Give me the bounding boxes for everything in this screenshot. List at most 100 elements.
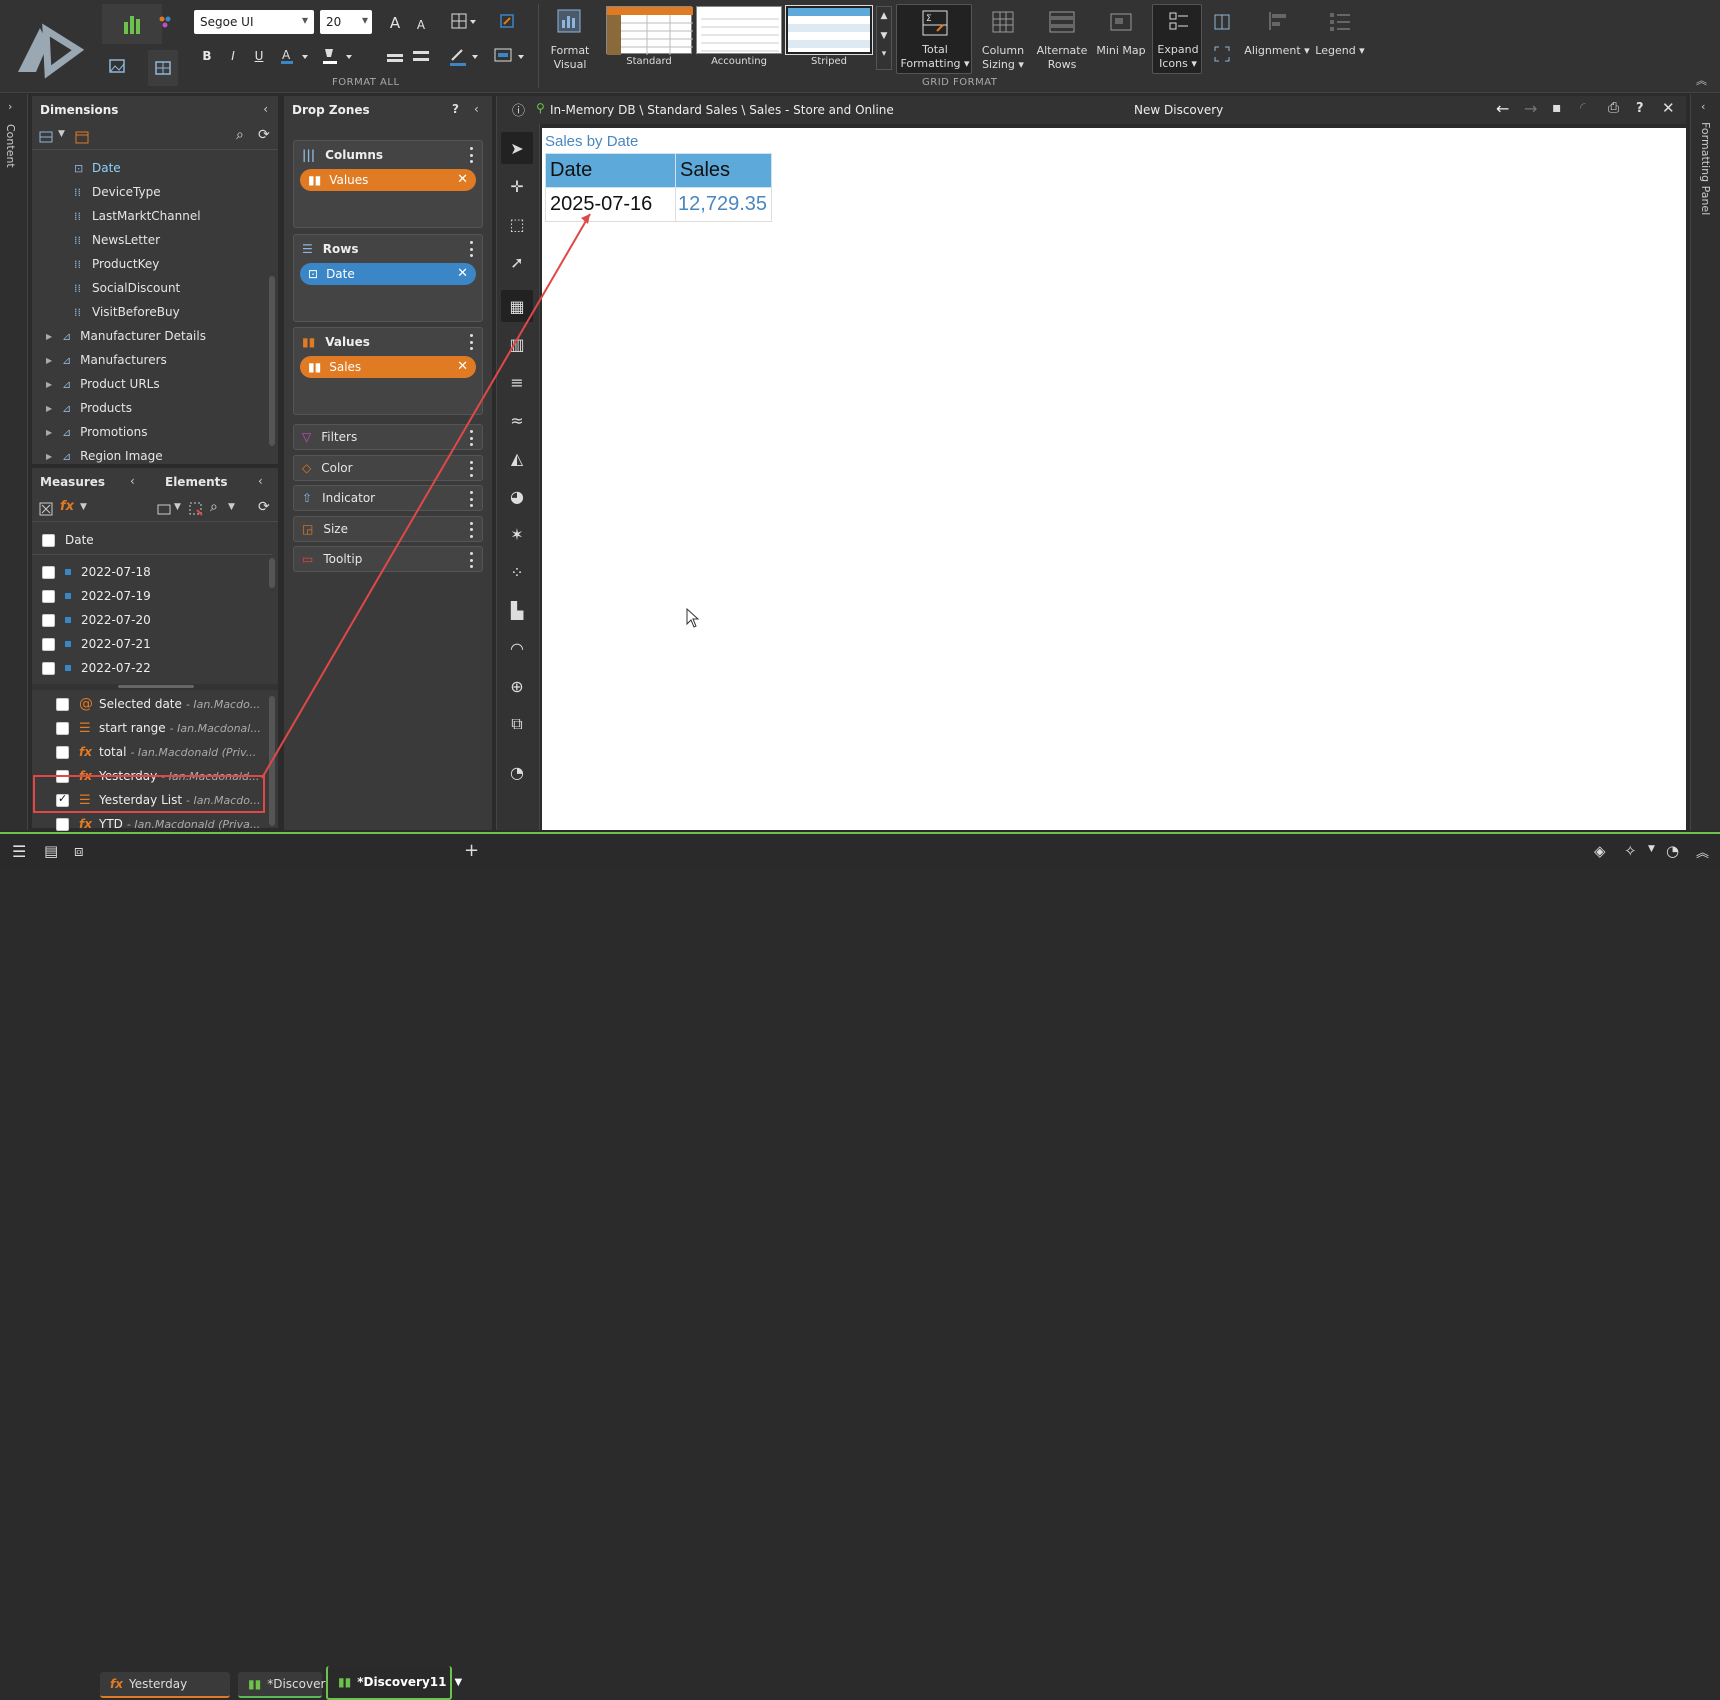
column-chart-tool[interactable]: ▥: [501, 328, 533, 360]
dimension-item[interactable]: ⁞⁞ ProductKey: [74, 252, 159, 276]
help-icon[interactable]: ?: [1636, 101, 1644, 116]
expand-arrow-icon[interactable]: ▶: [46, 380, 52, 389]
list-item[interactable]: @ Selected date - Ian.Macdo...: [56, 692, 266, 716]
calc-checkbox[interactable]: [56, 817, 69, 831]
columns-zone[interactable]: ||| Columns ▮▮ Values ✕: [293, 140, 483, 228]
expand-arrow-icon[interactable]: ▶: [46, 404, 52, 413]
list-item[interactable]: 2022-07-18: [42, 560, 262, 584]
select-tool[interactable]: ➤: [501, 132, 533, 164]
menu-icon[interactable]: ☰: [12, 842, 26, 861]
scatter-chart-tool[interactable]: ⁘: [501, 556, 533, 588]
collapse-measures-icon[interactable]: ‹: [130, 474, 135, 488]
formula-dropdown-icon[interactable]: ▼: [80, 502, 87, 512]
expand-icons-button[interactable]: Expand Icons ▾: [1152, 4, 1202, 74]
dimension-item[interactable]: ⁞⁞ LastMarktChannel: [74, 204, 201, 228]
status-icon[interactable]: ◔: [1666, 842, 1679, 860]
remove-icon[interactable]: ✕: [457, 172, 468, 187]
search-icon[interactable]: ⌕: [236, 127, 244, 143]
dropzone-menu-icon[interactable]: [470, 460, 474, 477]
expand-tabbar-icon[interactable]: ︽: [1696, 842, 1709, 861]
image-map-tool[interactable]: ⧉: [501, 708, 533, 740]
pin-icon[interactable]: ✧: [1624, 842, 1637, 860]
visual-settings-tool[interactable]: ◔: [501, 756, 533, 788]
dimension-group[interactable]: ▶ ⊿ Region Image: [46, 444, 163, 468]
columns-values-pill[interactable]: ▮▮ Values ✕: [300, 169, 476, 191]
legend-button[interactable]: Legend ▾: [1310, 6, 1370, 72]
dropzone-indicator[interactable]: ⇧ Indicator: [293, 485, 483, 511]
line-chart-tool[interactable]: ≈: [501, 404, 533, 436]
clear-selection-icon[interactable]: [38, 501, 54, 517]
measures-tab[interactable]: Measures: [32, 468, 155, 496]
dropzone-menu-icon[interactable]: [470, 430, 474, 446]
expand-arrow-icon[interactable]: ▶: [46, 428, 52, 437]
font-family-select[interactable]: Segoe UI ▾: [194, 10, 314, 34]
gallery-more-icon[interactable]: ▾: [877, 49, 891, 59]
hierarchy-view-icon[interactable]: [38, 129, 54, 145]
discovery-title[interactable]: New Discovery: [1134, 103, 1223, 117]
cell-style-button[interactable]: [492, 44, 528, 68]
list-item[interactable]: 2022-07-22: [42, 656, 262, 680]
gauge-tool[interactable]: ◠: [501, 632, 533, 664]
dimension-item[interactable]: ⁞⁞ NewsLetter: [74, 228, 160, 252]
member-checkbox[interactable]: [42, 589, 55, 603]
folder-icon[interactable]: [156, 501, 172, 517]
map-tool[interactable]: ⊕: [501, 670, 533, 702]
rows-menu-icon[interactable]: [470, 241, 474, 257]
back-icon[interactable]: ←: [1496, 99, 1509, 118]
add-tab-icon[interactable]: +: [464, 840, 479, 861]
list-item[interactable]: 2022-07-20: [42, 608, 262, 632]
collapse-dimensions-icon[interactable]: ‹: [263, 102, 268, 116]
dropzone-color[interactable]: ◇ Color: [293, 454, 483, 481]
calc-checkbox[interactable]: [56, 769, 69, 783]
list-item[interactable]: 2022-07-21: [42, 632, 262, 656]
dropzone-tooltip[interactable]: ▭ Tooltip: [293, 546, 483, 572]
values-sales-pill[interactable]: ▮▮ Sales ✕: [300, 356, 476, 378]
date-select-all-checkbox[interactable]: [42, 533, 55, 547]
feed-icon[interactable]: ◜: [1580, 100, 1585, 116]
values-zone[interactable]: ▮▮ Values ▮▮ Sales ✕: [293, 327, 483, 415]
refresh-icon[interactable]: ⟳: [258, 499, 270, 515]
formatting-panel-rail[interactable]: ‹ Formatting Panel: [1690, 94, 1720, 830]
dimension-item[interactable]: ⁞⁞ SocialDiscount: [74, 276, 180, 300]
format-visual-button[interactable]: Format Visual: [548, 6, 592, 72]
format-painter-button[interactable]: [496, 10, 520, 34]
browse-icon[interactable]: ▤: [44, 842, 58, 860]
collapse-ribbon-icon[interactable]: ︽: [1696, 72, 1707, 88]
workspace-icon[interactable]: ◈: [1594, 842, 1606, 860]
grid-visual-button[interactable]: [148, 50, 178, 86]
tab-1[interactable]: ▮▮ *Discovery9: [238, 1672, 340, 1698]
align-top-button[interactable]: [384, 46, 406, 66]
dimension-item[interactable]: ⊡ Date: [74, 156, 121, 180]
lasso-tool[interactable]: ➚: [501, 246, 533, 278]
calc-checkbox-checked[interactable]: ✓: [56, 792, 69, 807]
gallery-down-icon[interactable]: ▼: [877, 31, 891, 41]
print-icon[interactable]: ⎙: [1608, 100, 1619, 116]
underline-button[interactable]: U: [250, 46, 268, 66]
calc-checkbox[interactable]: [56, 745, 69, 759]
mini-map-button[interactable]: Mini Map: [1096, 6, 1146, 72]
bar-chart-tool[interactable]: ≡: [501, 366, 533, 398]
dimension-group[interactable]: ▶ ⊿ Products: [46, 396, 132, 420]
alternate-rows-button[interactable]: Alternate Rows: [1034, 6, 1090, 72]
alignment-button[interactable]: Alignment ▾: [1244, 6, 1310, 72]
italic-button[interactable]: I: [224, 46, 242, 66]
font-color-button[interactable]: A: [280, 46, 314, 66]
add-tool[interactable]: ✛: [501, 170, 533, 202]
treemap-tool[interactable]: ▙: [501, 594, 533, 626]
search-dropdown-icon[interactable]: ▼: [228, 502, 235, 512]
borders-button[interactable]: [448, 10, 476, 34]
dropzone-size[interactable]: ◲ Size: [293, 515, 483, 542]
total-formatting-button[interactable]: Σ Total Formatting ▾: [896, 4, 972, 74]
dimension-group[interactable]: ▶ ⊿ Manufacturer Details: [46, 324, 206, 348]
list-item[interactable]: fx total - Ian.Macdonald (Priv...: [56, 740, 266, 764]
tab-0[interactable]: fx Yesterday: [100, 1672, 230, 1698]
fill-color-button[interactable]: [322, 46, 356, 66]
breadcrumb[interactable]: In-Memory DB \ Standard Sales \ Sales - …: [550, 103, 894, 117]
calc-checkbox[interactable]: [56, 697, 69, 711]
refresh-icon[interactable]: ⟳: [258, 127, 270, 143]
font-size-select[interactable]: 20 ▾: [320, 10, 372, 34]
fit-button[interactable]: [1210, 42, 1234, 66]
info-icon[interactable]: ⓘ: [512, 100, 525, 119]
dropzone-menu-icon[interactable]: [470, 521, 474, 538]
list-item[interactable]: ☰ start range - Ian.Macdonal...: [56, 716, 266, 740]
